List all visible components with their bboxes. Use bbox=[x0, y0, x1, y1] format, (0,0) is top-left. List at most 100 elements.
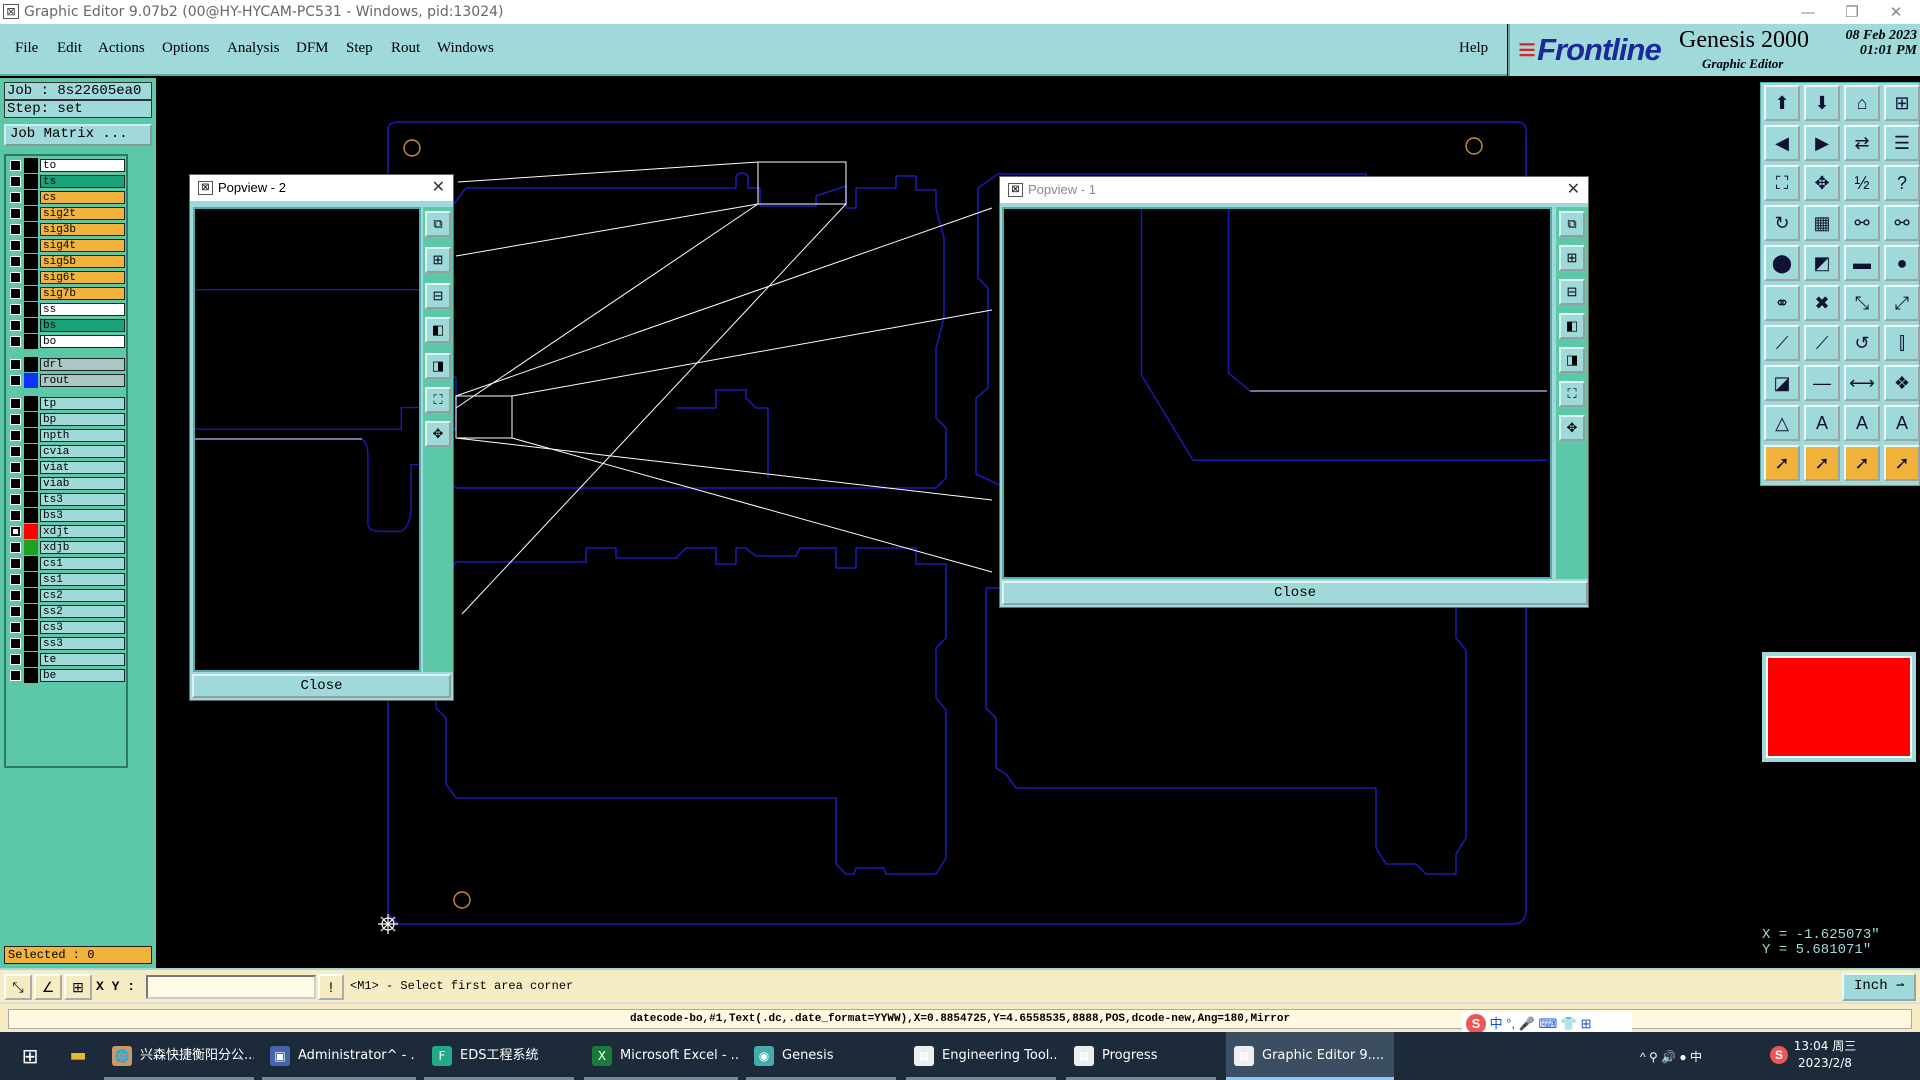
layer-color-swatch[interactable] bbox=[24, 460, 38, 475]
pan-left-icon[interactable]: ◧ bbox=[1559, 313, 1585, 339]
layer-color-swatch[interactable] bbox=[24, 620, 38, 635]
layer-color-swatch[interactable] bbox=[24, 652, 38, 667]
zoom-home-icon[interactable]: ⬆ bbox=[1764, 85, 1800, 121]
layer-row-xdjt[interactable]: xdjt bbox=[8, 524, 126, 539]
layer-name[interactable]: ss1 bbox=[40, 573, 125, 586]
pointer-route-icon[interactable]: ➚ bbox=[1884, 445, 1920, 481]
menu-edit[interactable]: Edit bbox=[57, 40, 82, 57]
add-pad-icon[interactable]: ◪ bbox=[1764, 365, 1800, 401]
layer-checkbox[interactable] bbox=[10, 288, 21, 299]
taskbar-item[interactable]: F EDS工程系统 bbox=[424, 1032, 574, 1080]
popview-2-close-icon[interactable]: ✕ bbox=[432, 175, 445, 201]
layer-row-bs[interactable]: bs bbox=[8, 318, 126, 333]
layers-icon[interactable]: ☰ bbox=[1884, 125, 1920, 161]
layer-row-sig7b[interactable]: sig7b bbox=[8, 286, 126, 301]
fill-icon[interactable]: ◩ bbox=[1804, 245, 1840, 281]
tray-icons[interactable]: ^ ⚲ 🔊 ● 中 bbox=[1640, 1048, 1702, 1065]
layer-color-swatch[interactable] bbox=[24, 222, 38, 237]
taskbar-item[interactable]: ⊠ Progress bbox=[1066, 1032, 1216, 1080]
circle-icon[interactable]: ● bbox=[1884, 245, 1920, 281]
layer-row-ts3[interactable]: ts3 bbox=[8, 492, 126, 507]
layer-color-swatch[interactable] bbox=[24, 444, 38, 459]
layer-row-cvia[interactable]: cvia bbox=[8, 444, 126, 459]
layer-name[interactable]: cs1 bbox=[40, 557, 125, 570]
menu-rout[interactable]: Rout bbox=[391, 40, 420, 57]
popview-2-close-button[interactable]: Close bbox=[192, 674, 451, 698]
text-a-third-icon[interactable]: A bbox=[1884, 405, 1920, 441]
layer-color-swatch[interactable] bbox=[24, 412, 38, 427]
zoom-down-icon[interactable]: ⬇ bbox=[1804, 85, 1840, 121]
layer-name[interactable]: npth bbox=[40, 429, 125, 442]
layer-checkbox[interactable] bbox=[10, 478, 21, 489]
layer-name[interactable]: ts3 bbox=[40, 493, 125, 506]
layer-name[interactable]: sig4t bbox=[40, 239, 125, 252]
layer-color-swatch[interactable] bbox=[24, 286, 38, 301]
popview-1-close-button[interactable]: Close bbox=[1002, 581, 1588, 605]
ruler-icon[interactable]: ▬ bbox=[1844, 245, 1880, 281]
window-split-icon[interactable]: ⊞ bbox=[1884, 85, 1920, 121]
layer-row-sig3b[interactable]: sig3b bbox=[8, 222, 126, 237]
line-icon[interactable]: ⟋ bbox=[1764, 325, 1800, 361]
layer-checkbox[interactable] bbox=[10, 590, 21, 601]
layer-checkbox[interactable] bbox=[10, 414, 21, 425]
layer-name[interactable]: bp bbox=[40, 413, 125, 426]
layer-checkbox[interactable] bbox=[10, 606, 21, 617]
layer-color-swatch[interactable] bbox=[24, 572, 38, 587]
layer-color-swatch[interactable] bbox=[24, 604, 38, 619]
layer-checkbox[interactable] bbox=[10, 526, 21, 537]
unit-selector[interactable]: Inch ⇀ bbox=[1842, 973, 1916, 1001]
net-alt-icon[interactable]: ⚯ bbox=[1884, 205, 1920, 241]
layer-name[interactable]: cs2 bbox=[40, 589, 125, 602]
layer-name[interactable]: drl bbox=[40, 358, 125, 371]
menu-windows[interactable]: Windows bbox=[437, 40, 494, 57]
layer-name[interactable]: bo bbox=[40, 335, 125, 348]
tray-ime-icon[interactable]: S bbox=[1770, 1046, 1788, 1064]
layer-row-cs2[interactable]: cs2 bbox=[8, 588, 126, 603]
layer-color-swatch[interactable] bbox=[24, 524, 38, 539]
popview-1-view[interactable] bbox=[1002, 207, 1552, 579]
pointer-select-icon[interactable]: ➚ bbox=[1804, 445, 1840, 481]
close-window-button[interactable]: ✕ bbox=[1874, 0, 1918, 24]
layer-checkbox[interactable] bbox=[10, 446, 21, 457]
layer-row-sig2t[interactable]: sig2t bbox=[8, 206, 126, 221]
layer-name[interactable]: cvia bbox=[40, 445, 125, 458]
layer-checkbox[interactable] bbox=[10, 320, 21, 331]
layer-row-viat[interactable]: viat bbox=[8, 460, 126, 475]
shapes-icon[interactable]: ❖ bbox=[1884, 365, 1920, 401]
maximize-button[interactable]: ❐ bbox=[1830, 0, 1874, 24]
layer-name[interactable]: viab bbox=[40, 477, 125, 490]
text-a-icon[interactable]: A bbox=[1804, 405, 1840, 441]
zoom-in-icon[interactable]: ⊞ bbox=[425, 247, 451, 273]
layer-checkbox[interactable] bbox=[10, 208, 21, 219]
snap-icon[interactable]: ⤡ bbox=[4, 974, 32, 1000]
menu-step[interactable]: Step bbox=[346, 40, 373, 57]
layer-checkbox[interactable] bbox=[10, 494, 21, 505]
cross-icon[interactable]: ✖ bbox=[1804, 285, 1840, 321]
node-alt-icon[interactable]: ⤢ bbox=[1884, 285, 1920, 321]
taskbar-item[interactable]: X Microsoft Excel - ... bbox=[584, 1032, 738, 1080]
fit-icon[interactable]: ⛶ bbox=[1764, 165, 1800, 201]
layer-row-sig4t[interactable]: sig4t bbox=[8, 238, 126, 253]
angle-snap-icon[interactable]: ∠ bbox=[34, 974, 62, 1000]
connect-icon[interactable]: ⚭ bbox=[1764, 285, 1800, 321]
layer-row-bp[interactable]: bp bbox=[8, 412, 126, 427]
menu-file[interactable]: File bbox=[15, 40, 38, 57]
layer-checkbox[interactable] bbox=[10, 272, 21, 283]
layer-color-swatch[interactable] bbox=[24, 492, 38, 507]
layer-row-xdjb[interactable]: xdjb bbox=[8, 540, 126, 555]
layer-checkbox[interactable] bbox=[10, 638, 21, 649]
layer-name[interactable]: ss3 bbox=[40, 637, 125, 650]
layer-checkbox[interactable] bbox=[10, 240, 21, 251]
layer-checkbox[interactable] bbox=[10, 622, 21, 633]
layer-name[interactable]: sig2t bbox=[40, 207, 125, 220]
pan-left-icon[interactable]: ◀ bbox=[1764, 125, 1800, 161]
layer-checkbox[interactable] bbox=[10, 176, 21, 187]
layer-name[interactable]: te bbox=[40, 653, 125, 666]
fit-icon[interactable]: ⛶ bbox=[1559, 381, 1585, 407]
net-icon[interactable]: ⚯ bbox=[1844, 205, 1880, 241]
layer-name[interactable]: cs bbox=[40, 191, 125, 204]
help-icon[interactable]: ? bbox=[1884, 165, 1920, 201]
taskbar-item[interactable]: ⊠ Engineering Tool... bbox=[906, 1032, 1056, 1080]
layer-checkbox[interactable] bbox=[10, 359, 21, 370]
layer-color-swatch[interactable] bbox=[24, 540, 38, 555]
